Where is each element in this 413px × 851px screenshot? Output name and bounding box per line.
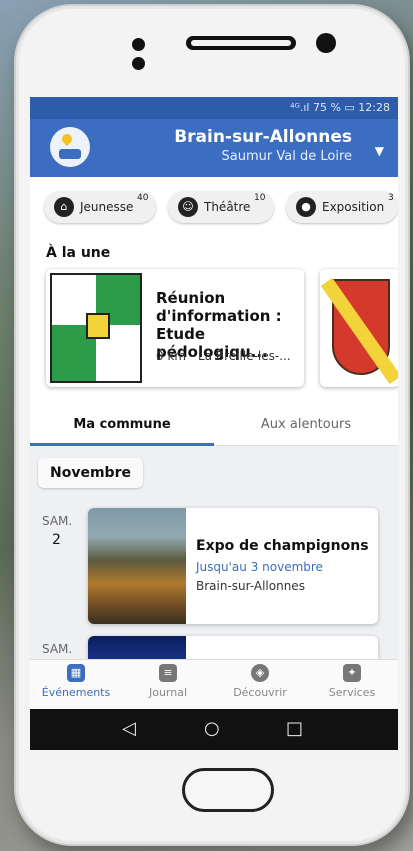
event-day-name: SAM. [42, 514, 73, 528]
tab-aux-alentours[interactable]: Aux alentours [214, 417, 398, 432]
month-header: Novembre [38, 458, 143, 488]
sensor-dots [132, 36, 168, 70]
bottom-navigation: ▦ Événements ≡ Journal ◈ Découvrir ✦ Ser… [30, 659, 398, 710]
chip-count: 40 [137, 193, 149, 203]
event-date: Jusqu'au 3 novembre [196, 560, 323, 574]
events-feed[interactable]: Novembre SAM. 2 Expo de champignons Jusq… [30, 446, 398, 676]
area-name: Saumur Val de Loire [221, 149, 352, 164]
services-icon: ✦ [343, 664, 361, 682]
nav-label: Services [328, 686, 376, 699]
status-bar: ⁴ᴳ.ıl 75 % ▭ 12:28 [30, 97, 398, 119]
featured-card-subtitle: 0 km - La Breille-les-... [156, 349, 291, 363]
museum-icon: ⌂ [54, 197, 74, 217]
home-button[interactable] [182, 768, 274, 812]
nav-services[interactable]: ✦ Services [306, 664, 398, 699]
app-header: Brain-sur-Allonnes Saumur Val de Loire ▼ [30, 119, 398, 177]
chip-jeunesse[interactable]: ⌂ Jeunesse 40 [44, 191, 156, 223]
nav-label: Événements [41, 686, 111, 699]
event-title: Expo de champignons [196, 538, 369, 554]
calendar-icon: ▦ [67, 664, 85, 682]
chip-label: Jeunesse [80, 200, 134, 214]
logo-ground [59, 149, 81, 159]
palette-icon: ● [296, 197, 316, 217]
status-text: ⁴ᴳ.ıl 75 % ▭ 12:28 [290, 101, 390, 114]
featured-title: À la une [46, 245, 111, 261]
featured-card[interactable]: Réunion d'information : Etude pédologiqu… [46, 269, 304, 387]
nav-evenements[interactable]: ▦ Événements [30, 664, 122, 699]
event-card[interactable]: Expo de champignons Jusqu'au 3 novembre … [88, 508, 378, 624]
nav-decouvrir[interactable]: ◈ Découvrir [214, 664, 306, 699]
compass-icon: ◈ [251, 664, 269, 682]
chevron-down-icon[interactable]: ▼ [375, 144, 384, 158]
shield-image [320, 277, 398, 385]
coat-of-arms-image [50, 273, 142, 383]
commune-tabs: Ma commune Aux alentours [30, 403, 398, 446]
chip-count: 10 [254, 193, 266, 203]
event-place: Brain-sur-Allonnes [196, 579, 305, 593]
chip-theatre[interactable]: ☺ Théâtre 10 [168, 191, 274, 223]
town-name[interactable]: Brain-sur-Allonnes [174, 127, 352, 147]
nav-label: Journal [148, 686, 188, 699]
location-pin-icon [59, 131, 75, 147]
chip-label: Exposition [322, 200, 385, 214]
home-icon[interactable]: ○ [204, 718, 220, 739]
event-image [88, 508, 186, 624]
event-day-number: 2 [52, 532, 61, 548]
event-day-name: SAM. [42, 642, 73, 656]
theater-masks-icon: ☺ [178, 197, 198, 217]
chip-label: Théâtre [204, 200, 251, 214]
chip-exposition[interactable]: ● Exposition 3 [286, 191, 398, 223]
app-screen: ⁴ᴳ.ıl 75 % ▭ 12:28 Brain-sur-Allonnes Sa… [30, 97, 398, 750]
newspaper-icon: ≡ [159, 664, 177, 682]
earpiece-speaker [186, 36, 296, 50]
system-navigation-bar: ◁ ○ □ [30, 709, 398, 750]
nav-label: Découvrir [233, 686, 287, 699]
chip-count: 3 [388, 193, 394, 203]
tab-ma-commune[interactable]: Ma commune [30, 417, 214, 432]
front-camera [316, 33, 336, 53]
nav-journal[interactable]: ≡ Journal [122, 664, 214, 699]
category-chips: ⌂ Jeunesse 40 ☺ Théâtre 10 ● Exposition … [30, 191, 398, 231]
recents-icon[interactable]: □ [286, 718, 303, 739]
app-logo[interactable] [50, 127, 90, 167]
back-icon[interactable]: ◁ [122, 718, 136, 739]
featured-card-next[interactable] [320, 269, 398, 387]
